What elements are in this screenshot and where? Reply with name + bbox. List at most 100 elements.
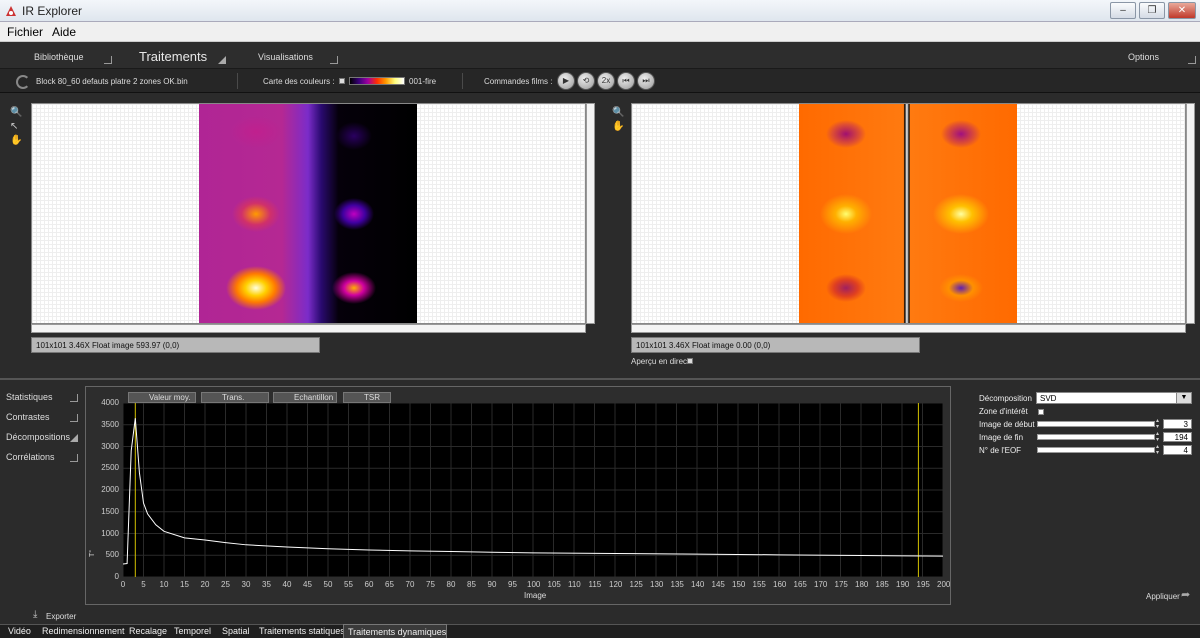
sidebar-item-contrasts[interactable]: Contrastes [6, 412, 50, 422]
chevron-down-icon[interactable]: ▼ [1176, 393, 1191, 403]
sidebar-item-decompositions[interactable]: Décompositions [6, 432, 70, 442]
zoom-icon[interactable]: 🔍 [10, 107, 22, 119]
tab-temporal[interactable]: Temporel [174, 626, 211, 636]
apply-arrow-icon: ➦ [1181, 589, 1191, 601]
legend-mean-value[interactable]: Valeur moy. [128, 392, 196, 403]
options-link[interactable]: Options [1128, 52, 1159, 62]
hand-icon[interactable]: ✋ [10, 135, 22, 147]
tab-dynamic-treatments[interactable]: Traitements dynamiques [348, 627, 446, 637]
eof-field[interactable]: 4 [1163, 445, 1192, 455]
x-tick-label: 0 [120, 580, 126, 589]
tab-treatments[interactable]: Traitements [139, 49, 207, 64]
tab-corner-icon [70, 434, 78, 442]
end-image-slider[interactable] [1037, 434, 1155, 440]
tab-library[interactable]: Bibliothèque [34, 52, 84, 62]
x-tick-label: 75 [426, 580, 435, 589]
start-image-field[interactable]: 3 [1163, 419, 1192, 429]
x-tick-label: 195 [916, 580, 930, 589]
start-image-label: Image de début [979, 420, 1035, 429]
tab-static-treatments[interactable]: Traitements statiques [259, 626, 345, 636]
loop-button[interactable]: ⟲ [577, 72, 595, 90]
x-tick-label: 50 [323, 580, 333, 589]
x-tick-label: 185 [875, 580, 889, 589]
x-tick-label: 25 [221, 580, 230, 589]
play-button[interactable]: ▶ [557, 72, 575, 90]
hand-icon[interactable]: ✋ [612, 121, 624, 133]
roi-label: Zone d'intérêt [979, 407, 1028, 416]
x-tick-label: 180 [855, 580, 869, 589]
tab-spatial[interactable]: Spatial [222, 626, 250, 636]
stepper-icon[interactable]: ▴ ▾ [1156, 418, 1159, 430]
left-vertical-scrollbar[interactable] [586, 103, 595, 324]
stepper-icon[interactable]: ▴ ▾ [1156, 444, 1159, 456]
decomposition-select[interactable]: SVD [1036, 392, 1192, 404]
x-tick-label: 85 [467, 580, 476, 589]
tab-resize[interactable]: Redimensionnement [42, 626, 125, 636]
thermal-image-raw [199, 104, 417, 323]
menu-bar [0, 22, 1200, 42]
y-tick-label: 2500 [101, 463, 119, 473]
x-tick-label: 10 [159, 580, 169, 589]
tab-corner-icon [1188, 56, 1196, 64]
eof-slider[interactable] [1037, 447, 1155, 453]
start-image-slider[interactable] [1037, 421, 1155, 427]
tab-corner-icon [70, 394, 78, 402]
y-tick-label: 3000 [101, 441, 119, 451]
legend-sample[interactable]: Echantillon [273, 392, 337, 403]
restore-button[interactable]: ❐ [1139, 2, 1165, 19]
x-tick-label: 55 [344, 580, 353, 589]
first-frame-button[interactable]: ⏮ [617, 72, 635, 90]
sidebar-item-correlations[interactable]: Corrélations [6, 452, 55, 462]
x-tick-label: 140 [691, 580, 705, 589]
live-preview-checkbox[interactable] [687, 358, 693, 364]
sidebar-item-statistics[interactable]: Statistiques [6, 392, 53, 402]
legend-fourier[interactable]: Trans. Fourrier [201, 392, 269, 411]
colormap-dropdown-icon[interactable] [339, 78, 345, 84]
left-status-bar: 101x101 3.46X Float image 593.97 (0,0) [31, 337, 320, 353]
right-vertical-scrollbar[interactable] [1186, 103, 1195, 324]
tab-corner-icon [218, 56, 226, 64]
x-tick-label: 30 [241, 580, 251, 589]
zoom-icon[interactable]: 🔍 [612, 107, 624, 119]
y-tick-label: 500 [105, 550, 119, 560]
tab-registration[interactable]: Recalage [129, 626, 167, 636]
x-tick-label: 165 [793, 580, 807, 589]
x-axis-label: Image [524, 591, 547, 600]
x-tick-label: 150 [732, 580, 746, 589]
tab-corner-icon [70, 454, 78, 462]
left-horizontal-scrollbar[interactable] [31, 324, 586, 333]
x-tick-label: 60 [364, 580, 374, 589]
separator [237, 73, 238, 89]
tab-video[interactable]: Vidéo [8, 626, 31, 636]
x-tick-label: 110 [568, 580, 581, 589]
legend-tsr[interactable]: TSR [343, 392, 391, 403]
x-tick-label: 145 [711, 580, 725, 589]
stepper-icon[interactable]: ▴ ▾ [1156, 431, 1159, 443]
x-tick-label: 80 [446, 580, 456, 589]
speed-button[interactable]: 2x [597, 72, 615, 90]
colormap-label: Carte des couleurs : [263, 77, 335, 86]
x-tick-label: 115 [588, 580, 602, 589]
x-tick-label: 190 [896, 580, 910, 589]
y-tick-label: 2000 [101, 485, 119, 494]
menu-file[interactable]: Fichier [7, 25, 43, 39]
right-horizontal-scrollbar[interactable] [631, 324, 1186, 333]
tab-views[interactable]: Visualisations [258, 52, 313, 62]
minimize-button[interactable]: – [1110, 2, 1136, 19]
chart-plot-area[interactable] [123, 403, 943, 577]
close-button[interactable]: ✕ [1168, 2, 1196, 19]
x-tick-label: 105 [547, 580, 561, 589]
roi-checkbox[interactable] [1038, 409, 1044, 415]
right-image-view[interactable] [631, 103, 1186, 324]
app-logo-icon [4, 4, 18, 18]
export-button[interactable]: Exporter [46, 612, 76, 621]
end-image-field[interactable]: 194 [1163, 432, 1192, 442]
apply-button[interactable]: Appliquer [1146, 592, 1180, 601]
right-status-bar: 101x101 3.46X Float image 0.00 (0,0) [631, 337, 920, 353]
refresh-icon[interactable] [16, 75, 30, 89]
last-frame-button[interactable]: ⏭ [637, 72, 655, 90]
menu-help[interactable]: Aide [52, 25, 76, 39]
colormap-bar[interactable] [349, 77, 405, 85]
left-image-view[interactable] [31, 103, 586, 324]
cursor-icon[interactable]: ↖ [10, 121, 22, 133]
